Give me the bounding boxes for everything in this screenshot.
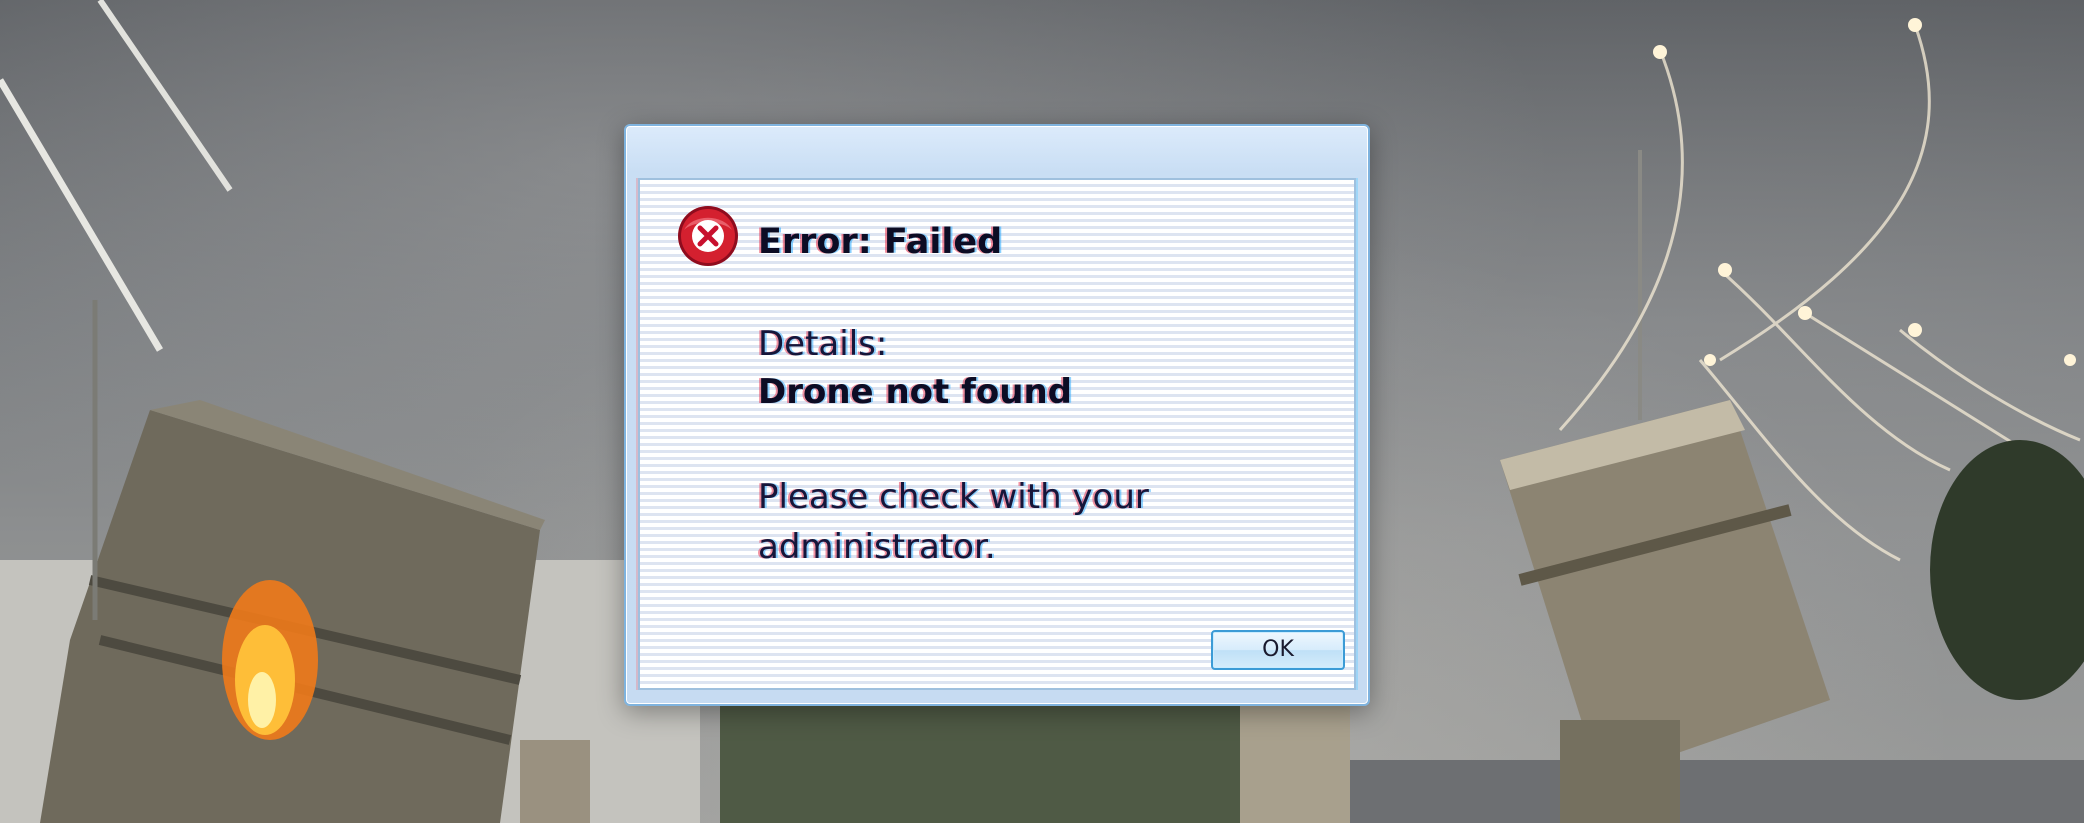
error-x-icon [678, 206, 738, 266]
right-launcher [1500, 400, 1830, 823]
radar-tower [1240, 700, 1350, 823]
city-skyline [1280, 760, 2084, 823]
interceptor-flares [1653, 18, 2076, 366]
missile-trail [97, 0, 233, 192]
details-value: Drone not found [758, 372, 1073, 412]
background-scene: Error: Failed Details: Drone not found P… [0, 0, 2084, 823]
dialog-message: Please check with your administrator. [758, 477, 1149, 567]
details-label: Details: [758, 324, 888, 364]
dialog-content: Error: Failed Details: Drone not found P… [638, 178, 1356, 690]
tree-line [720, 700, 1280, 823]
left-launcher [40, 400, 590, 823]
dialog-title: Error: Failed [758, 222, 1003, 262]
missile-trail [0, 78, 164, 352]
fire [222, 580, 318, 740]
tree [1930, 440, 2084, 700]
error-dialog: Error: Failed Details: Drone not found P… [624, 124, 1370, 706]
ok-button[interactable]: OK [1211, 630, 1345, 670]
